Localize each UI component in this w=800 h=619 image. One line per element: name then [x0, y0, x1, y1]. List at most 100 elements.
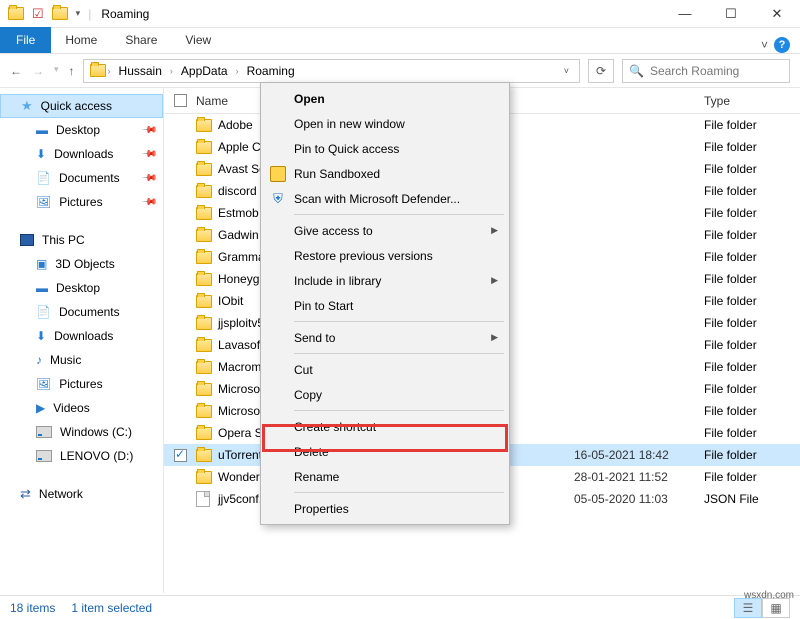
- desktop-icon: ▬: [36, 281, 48, 295]
- context-menu: Open Open in new window Pin to Quick acc…: [260, 82, 510, 525]
- file-icon: [196, 491, 210, 507]
- chevron-down-icon[interactable]: ˅: [564, 66, 569, 76]
- ctx-properties[interactable]: Properties: [264, 496, 506, 521]
- ctx-library[interactable]: Include in library▶: [264, 268, 506, 293]
- sidebar-item-desktop[interactable]: ▬Desktop: [0, 276, 163, 300]
- file-type: JSON File: [704, 492, 759, 506]
- folder-icon: [196, 273, 212, 286]
- folder-icon: [196, 449, 212, 462]
- close-button[interactable]: ✕: [754, 0, 800, 28]
- sandbox-icon: [270, 166, 286, 182]
- refresh-button[interactable]: ⟳: [588, 59, 614, 83]
- download-icon: ⬇: [36, 147, 46, 161]
- folder-icon: [196, 317, 212, 330]
- folder-icon: [196, 295, 212, 308]
- file-name: IObit: [218, 294, 243, 308]
- submenu-icon: ▶: [491, 332, 498, 343]
- folder-icon: [196, 339, 212, 352]
- document-icon: 📄: [36, 171, 51, 185]
- back-button[interactable]: ←: [10, 64, 22, 78]
- tab-home[interactable]: Home: [51, 27, 111, 53]
- file-type: File folder: [704, 426, 757, 440]
- status-bar: 18 items 1 item selected ☰ ▦: [0, 595, 800, 619]
- file-type: File folder: [704, 162, 757, 176]
- sidebar-this-pc[interactable]: This PC: [0, 228, 163, 252]
- sidebar-item-downloads[interactable]: ⬇Downloads: [0, 324, 163, 348]
- ctx-defender[interactable]: ⛨Scan with Microsoft Defender...: [264, 186, 506, 211]
- ctx-rename[interactable]: Rename: [264, 464, 506, 489]
- sidebar-item-documents[interactable]: 📄Documents: [0, 300, 163, 324]
- sidebar-item-documents[interactable]: 📄Documents📌: [0, 166, 163, 190]
- title-bar: ☑ ▾ | Roaming — ☐ ✕: [0, 0, 800, 28]
- ribbon: File Home Share View ˅ ?: [0, 28, 800, 54]
- tab-file[interactable]: File: [0, 27, 51, 53]
- ctx-delete[interactable]: Delete: [264, 439, 506, 464]
- folder-icon: [196, 141, 212, 154]
- sidebar-item-pictures[interactable]: 🖼Pictures📌: [0, 190, 163, 214]
- file-name: jjsploitv5: [218, 316, 264, 330]
- sidebar-item-videos[interactable]: ▶Videos: [0, 396, 163, 420]
- file-type: File folder: [704, 360, 757, 374]
- ctx-copy[interactable]: Copy: [264, 382, 506, 407]
- file-type: File folder: [704, 118, 757, 132]
- file-name: uTorrent: [218, 448, 262, 462]
- tab-view[interactable]: View: [171, 27, 225, 53]
- sidebar-network[interactable]: ⇄Network: [0, 482, 163, 506]
- help-icon[interactable]: ?: [774, 37, 790, 53]
- file-type: File folder: [704, 250, 757, 264]
- pictures-icon: 🖼: [36, 377, 51, 391]
- maximize-button[interactable]: ☐: [708, 0, 754, 28]
- breadcrumb-item[interactable]: Hussain: [113, 64, 168, 78]
- sidebar-label: Quick access: [41, 99, 112, 113]
- breadcrumb-item[interactable]: Roaming: [241, 64, 301, 78]
- tab-share[interactable]: Share: [111, 27, 171, 53]
- sidebar-item-downloads[interactable]: ⬇Downloads📌: [0, 142, 163, 166]
- ctx-give-access[interactable]: Give access to▶: [264, 218, 506, 243]
- pin-icon: 📌: [140, 122, 157, 139]
- folder-icon: [196, 207, 212, 220]
- history-dropdown-icon[interactable]: ▾: [54, 64, 59, 78]
- search-input[interactable]: 🔍 Search Roaming: [622, 59, 790, 83]
- file-type: File folder: [704, 184, 757, 198]
- ctx-pin-start[interactable]: Pin to Start: [264, 293, 506, 318]
- file-type: File folder: [704, 140, 757, 154]
- file-type: File folder: [704, 382, 757, 396]
- folder-icon: [52, 7, 68, 20]
- pin-icon: 📌: [140, 146, 157, 163]
- up-button[interactable]: ↑: [69, 64, 75, 78]
- ctx-open-new[interactable]: Open in new window: [264, 111, 506, 136]
- file-date: 28-01-2021 11:52: [574, 470, 668, 484]
- qa-dropdown-icon[interactable]: ▾: [76, 8, 81, 19]
- row-checkbox[interactable]: [174, 449, 187, 462]
- sidebar-item-3d[interactable]: ▣3D Objects: [0, 252, 163, 276]
- ctx-send-to[interactable]: Send to▶: [264, 325, 506, 350]
- select-all-checkbox[interactable]: [174, 94, 187, 107]
- sidebar-item-desktop[interactable]: ▬Desktop📌: [0, 118, 163, 142]
- sidebar-item-drive-d[interactable]: LENOVO (D:): [0, 444, 163, 468]
- music-icon: ♪: [36, 353, 42, 367]
- sidebar-item-music[interactable]: ♪Music: [0, 348, 163, 372]
- file-name: discord: [218, 184, 257, 198]
- breadcrumb-item[interactable]: AppData: [175, 64, 234, 78]
- forward-button[interactable]: →: [32, 64, 44, 78]
- breadcrumb[interactable]: › Hussain › AppData › Roaming ˅: [83, 59, 580, 83]
- ctx-open[interactable]: Open: [264, 86, 506, 111]
- minimize-button[interactable]: —: [662, 0, 708, 28]
- ribbon-expand-icon[interactable]: ˅: [761, 38, 768, 52]
- 3d-icon: ▣: [36, 257, 47, 271]
- window-title: Roaming: [101, 7, 149, 21]
- pin-icon: 📌: [140, 194, 157, 211]
- folder-icon: [196, 427, 212, 440]
- ctx-cut[interactable]: Cut: [264, 357, 506, 382]
- ctx-shortcut[interactable]: Create shortcut: [264, 414, 506, 439]
- sidebar-item-drive-c[interactable]: Windows (C:): [0, 420, 163, 444]
- ctx-pin-quick[interactable]: Pin to Quick access: [264, 136, 506, 161]
- ctx-sandbox[interactable]: Run Sandboxed: [264, 161, 506, 186]
- star-icon: ★: [21, 98, 33, 114]
- sidebar-item-pictures[interactable]: 🖼Pictures: [0, 372, 163, 396]
- column-type[interactable]: Type: [704, 94, 800, 108]
- sidebar-quick-access[interactable]: ★ Quick access: [0, 94, 163, 118]
- folder-icon: [196, 251, 212, 264]
- ctx-restore[interactable]: Restore previous versions: [264, 243, 506, 268]
- search-icon: 🔍: [629, 64, 644, 78]
